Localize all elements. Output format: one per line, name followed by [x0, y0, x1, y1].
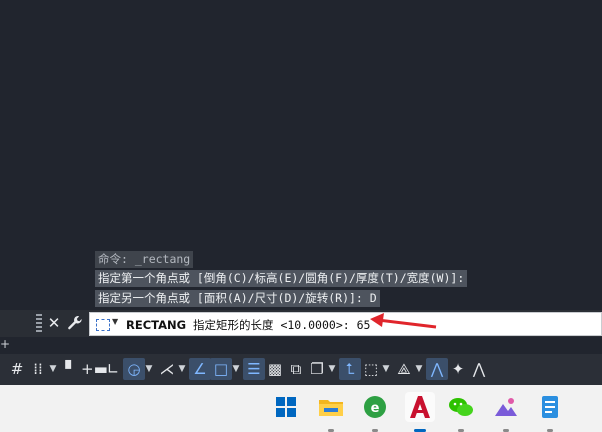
ortho-mode-icon[interactable]: ∟ [102, 358, 124, 380]
isometric-drafting-icon[interactable]: ⋌ [156, 358, 178, 380]
object-snap-dropdown[interactable]: ▼ [231, 358, 241, 380]
snap-mode-icon[interactable]: ⁞⁞ [27, 358, 49, 380]
object-snap-tracking-icon[interactable]: ∠ [189, 358, 211, 380]
autocad-icon[interactable] [405, 392, 435, 432]
notepad-icon[interactable] [535, 392, 565, 432]
history-line-3: 指定另一个角点或 [面积(A)/尺寸(D)/旋转(R)]: D [95, 290, 380, 307]
snap-dropdown[interactable]: ▼ [48, 358, 58, 380]
infer-constraints-icon[interactable]: ▘ [60, 358, 82, 380]
command-name: RECTANG [126, 318, 187, 332]
command-bar-grip[interactable] [36, 314, 42, 332]
grid-display-icon[interactable]: # [6, 358, 28, 380]
photos-icon[interactable] [491, 392, 521, 432]
polar-tracking-icon[interactable]: ◶ [123, 358, 145, 380]
transparency-icon[interactable]: ▩ [264, 358, 286, 380]
command-input[interactable]: ▼ RECTANG 指定矩形的长度 <10.0000>: 65 [89, 312, 602, 336]
add-layout-icon[interactable]: + [0, 338, 10, 352]
chevron-down-icon[interactable]: ▼ [112, 317, 118, 326]
annotation-scale-icon[interactable]: ⋀ [468, 358, 490, 380]
recent-commands-icon[interactable] [96, 319, 110, 331]
dynamic-ucs-icon[interactable]: ⮤ [339, 358, 361, 380]
status-bar: # ⁞⁞ ▼ ▘ +▬ ∟ ◶ ▼ ⋌ ▼ ∠ □ ▼ ☰ ▩ ⧉ ❐ ▼ ⮤ ⬚ ▼ ⟁ ▼ ⋀ ✦ ⋀ [0, 354, 602, 385]
selection-filter-icon[interactable]: ⬚ [360, 358, 382, 380]
selection-filter-dropdown[interactable]: ▼ [381, 358, 391, 380]
red-arrow-annotation [370, 313, 437, 329]
windows-taskbar: e [0, 385, 602, 432]
wechat-icon[interactable] [446, 392, 476, 432]
object-snap-icon[interactable]: □ [210, 358, 232, 380]
annotation-visibility-icon[interactable]: ⋀ [426, 358, 448, 380]
command-prompt: 指定矩形的长度 <10.0000>: [193, 318, 350, 332]
gizmo-dropdown[interactable]: ▼ [414, 358, 424, 380]
file-explorer-icon[interactable] [316, 392, 346, 432]
dynamic-input-icon[interactable]: +▬ [81, 358, 108, 380]
history-line-1: 命令: _rectang [95, 251, 194, 268]
3d-object-snap-icon[interactable]: ❐ [306, 358, 328, 380]
lineweight-icon[interactable]: ☰ [243, 358, 265, 380]
history-line-2: 指定第一个角点或 [倒角(C)/标高(E)/圆角(F)/厚度(T)/宽度(W)]… [95, 270, 468, 287]
drawing-canvas[interactable] [0, 0, 602, 310]
3d-osnap-dropdown[interactable]: ▼ [327, 358, 337, 380]
selection-cycling-icon[interactable]: ⧉ [285, 358, 307, 380]
browser-icon[interactable]: e [360, 392, 390, 432]
gizmo-icon[interactable]: ⟁ [393, 358, 415, 380]
polar-dropdown[interactable]: ▼ [144, 358, 154, 380]
layout-strip [0, 339, 602, 353]
svg-text:e: e [371, 401, 380, 416]
wrench-icon[interactable] [65, 313, 85, 333]
isometric-dropdown[interactable]: ▼ [177, 358, 187, 380]
start-icon[interactable] [271, 392, 301, 422]
close-icon[interactable]: ✕ [44, 313, 64, 333]
auto-scale-icon[interactable]: ✦ [447, 358, 469, 380]
